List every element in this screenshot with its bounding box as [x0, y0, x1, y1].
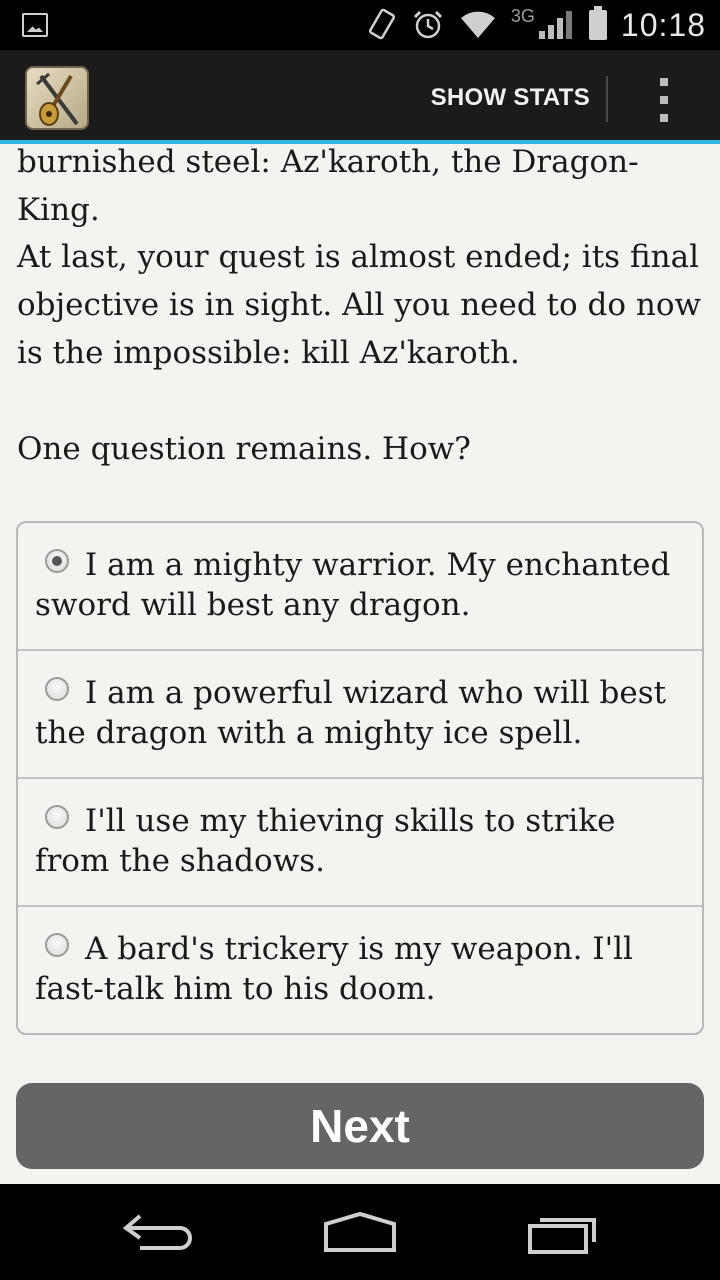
story-paragraph: burnished steel: Az'karoth, the Dragon-K… [17, 144, 639, 228]
action-bar-divider [606, 76, 608, 122]
story-content[interactable]: burnished steel: Az'karoth, the Dragon-K… [0, 144, 720, 1184]
overflow-menu-icon[interactable] [656, 78, 672, 122]
radio-button[interactable] [45, 933, 69, 957]
clock: 10:18 [620, 6, 706, 43]
choice-option-thief[interactable]: I'll use my thieving skills to strike fr… [18, 779, 702, 907]
home-icon[interactable] [320, 1206, 400, 1258]
network-type-label: 3G [510, 5, 535, 26]
choice-label: A bard's trickery is my weapon. I'll fas… [35, 931, 633, 1007]
signal-icon [538, 11, 575, 39]
rotate-icon [368, 8, 395, 40]
wifi-icon [460, 11, 495, 38]
radio-button[interactable] [45, 677, 69, 701]
status-bar: 3G 10:18 [0, 0, 720, 50]
system-nav-bar [0, 1184, 720, 1280]
next-button[interactable]: Next [16, 1083, 704, 1169]
app-icon[interactable] [25, 66, 89, 130]
battery-icon [588, 6, 607, 40]
radio-button-selected[interactable] [45, 549, 69, 573]
choice-label: I am a mighty warrior. My enchanted swor… [35, 547, 671, 623]
gallery-icon [22, 13, 48, 37]
back-icon[interactable] [118, 1206, 198, 1258]
radio-button[interactable] [45, 805, 69, 829]
status-icons: 3G 10:18 [367, 0, 706, 50]
show-stats-button[interactable]: SHOW STATS [431, 84, 590, 112]
choice-option-wizard[interactable]: I am a powerful wizard who will best the… [18, 651, 702, 779]
choice-label: I'll use my thieving skills to strike fr… [35, 803, 616, 879]
choice-list: I am a mighty warrior. My enchanted swor… [16, 521, 704, 1035]
choice-label: I am a powerful wizard who will best the… [35, 675, 667, 751]
sword-and-lute-app-icon [36, 72, 79, 126]
recent-apps-icon[interactable] [522, 1206, 602, 1258]
action-bar: SHOW STATS [0, 50, 720, 144]
choice-option-warrior[interactable]: I am a mighty warrior. My enchanted swor… [18, 523, 702, 651]
alarm-icon [413, 10, 442, 39]
choice-option-bard[interactable]: A bard's trickery is my weapon. I'll fas… [18, 907, 702, 1033]
story-paragraph: At last, your quest is almost ended; its… [17, 239, 702, 371]
story-paragraph: One question remains. How? [17, 431, 471, 467]
